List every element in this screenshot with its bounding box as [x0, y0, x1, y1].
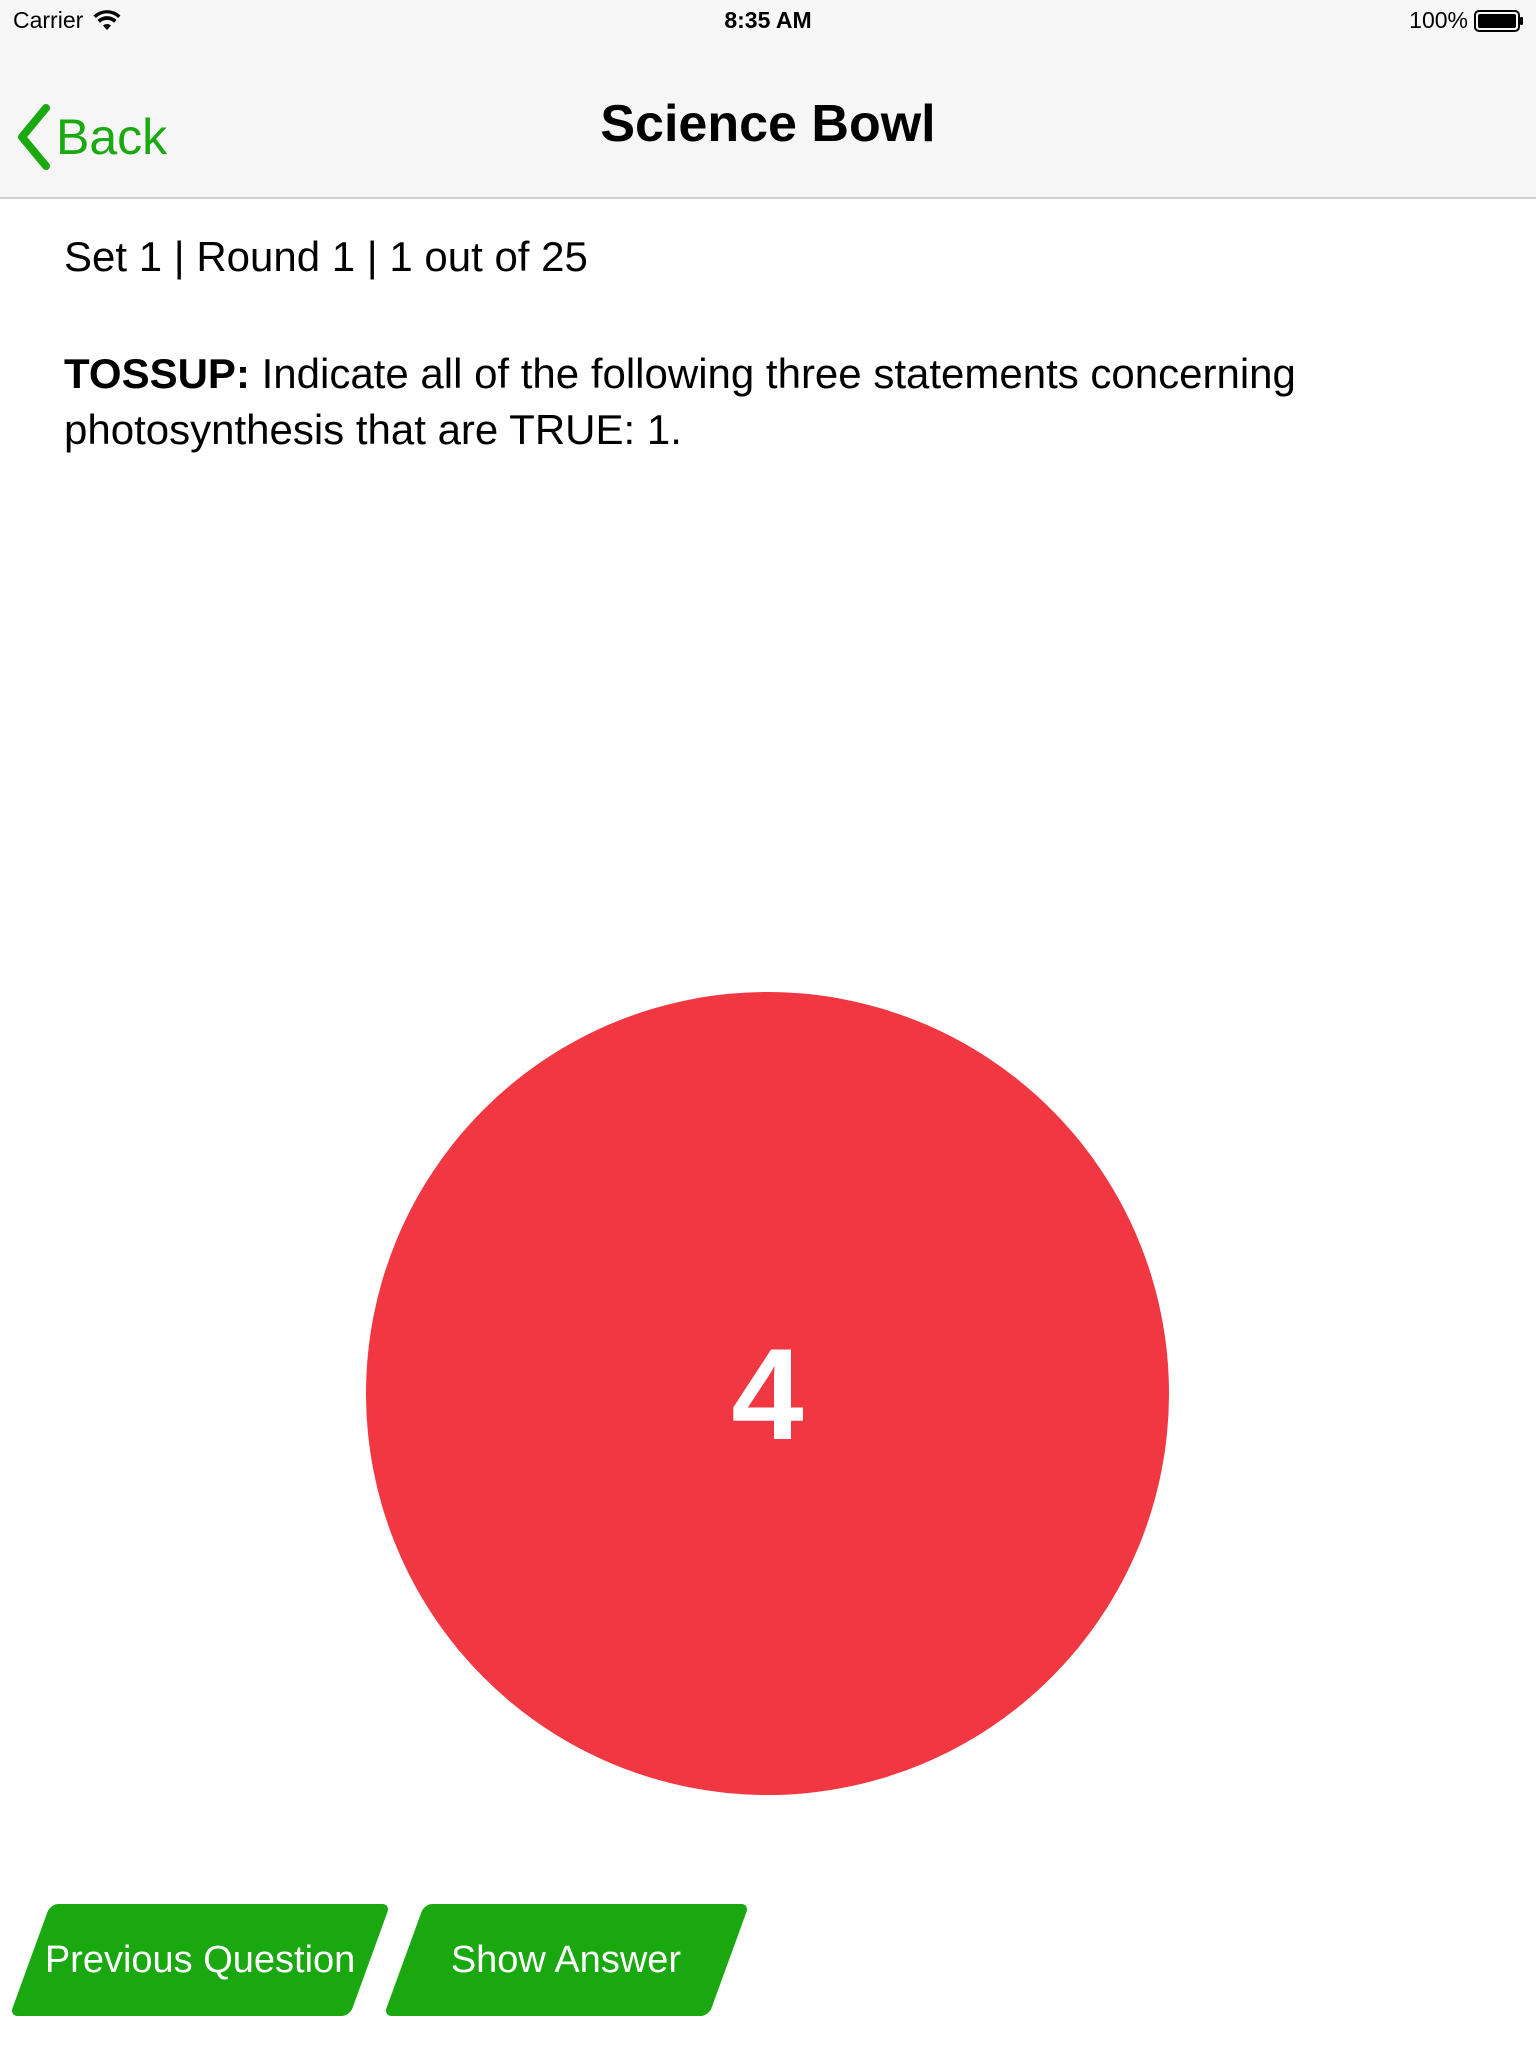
battery-icon [1474, 9, 1523, 32]
page-title: Science Bowl [600, 95, 936, 153]
battery-percentage: 100% [1409, 7, 1468, 33]
question-meta: Set 1 | Round 1 | 1 out of 25 [64, 233, 588, 280]
status-time: 8:35 AM [724, 7, 812, 33]
navigation-bar: Back Science Bowl [0, 40, 1536, 199]
show-answer-label: Show Answer [451, 1938, 682, 1981]
battery-indicator: 100% [1409, 7, 1524, 34]
previous-question-label: Previous Question [44, 1938, 356, 1981]
status-bar: Carrier 8:35 AM 100% [0, 0, 1536, 40]
question-type-label: TOSSUP: [64, 350, 250, 397]
timer-value: 4 [731, 1320, 804, 1467]
question-text: TOSSUP: Indicate all of the following th… [64, 346, 1444, 458]
show-answer-button[interactable]: Show Answer [383, 1904, 750, 2016]
timer-circle[interactable]: 4 [366, 992, 1169, 1795]
previous-question-button[interactable]: Previous Question [9, 1904, 391, 2016]
